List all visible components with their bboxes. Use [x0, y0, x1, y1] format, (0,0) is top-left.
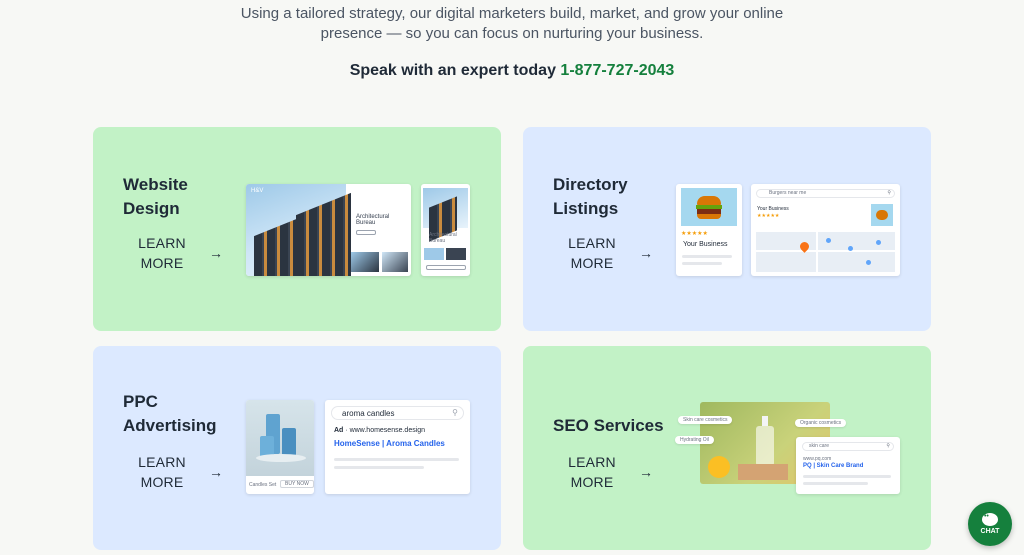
map-search-input: Burgers near me ⚲ — [756, 189, 895, 198]
learn-more-seo-link[interactable]: LEARN MORE → — [563, 452, 653, 492]
cta-line: Speak with an expert today 1-877-727-204… — [0, 62, 1024, 80]
card-title: SEO Services — [553, 416, 664, 435]
card-title: PPC Advertising — [123, 392, 217, 435]
search-icon: ⚲ — [887, 190, 891, 196]
intro-line-1: Using a tailored strategy, our digital m… — [240, 5, 784, 22]
buy-now-button: BUY NOW — [280, 480, 314, 488]
directory-mockup-map: Burgers near me ⚲ Your Business ★★★★★ — [751, 184, 900, 276]
burger-image — [681, 188, 737, 226]
search-icon: ⚲ — [452, 408, 458, 417]
ppc-search-input: aroma candles ⚲ — [331, 406, 464, 420]
arrow-right-icon: → — [639, 245, 654, 261]
candles-image — [246, 400, 314, 476]
seo-search-input: skin care ⚲ — [802, 442, 894, 451]
seo-search-result: skin care ⚲ www.pq.com PQ | Skin Care Br… — [796, 437, 900, 494]
rating-stars: ★★★★★ — [681, 231, 708, 237]
ppc-product-card: Candles Set BUY NOW — [246, 400, 314, 494]
website-mockup-mobile: Architectural Bureau — [421, 184, 470, 276]
card-ppc-advertising: PPC Advertising LEARN MORE → Candles Set … — [93, 346, 501, 550]
intro-text: Using a tailored strategy, our digital m… — [0, 4, 1024, 44]
card-seo-services: SEO Services LEARN MORE → Skin care cosme… — [523, 346, 931, 550]
card-directory-listings: Directory Listings LEARN MORE → ★★★★★ You… — [523, 127, 931, 331]
card-website-design: Website Design LEARN MORE → H&V Architect… — [93, 127, 501, 331]
chat-button[interactable]: CHAT — [968, 502, 1012, 546]
learn-more-directory-link[interactable]: LEARN MORE → — [563, 233, 653, 273]
map-area — [756, 232, 895, 272]
learn-more-website-link[interactable]: LEARN MORE → — [133, 233, 223, 273]
directory-mockup-card: ★★★★★ Your Business — [676, 184, 742, 276]
cta-text: Speak with an expert today — [349, 62, 556, 79]
chat-bubble-icon — [982, 513, 998, 526]
arrow-right-icon: → — [639, 464, 654, 480]
learn-more-ppc-link[interactable]: LEARN MORE → — [133, 452, 223, 492]
card-title: Directory Listings — [553, 175, 628, 218]
keyword-tag: Skin care cosmetics — [678, 416, 733, 424]
website-mockup-desktop: H&V Architectural Bureau — [246, 184, 411, 276]
search-icon: ⚲ — [886, 443, 890, 449]
arrow-right-icon: → — [209, 464, 224, 480]
arrow-right-icon: → — [209, 245, 224, 261]
keyword-tag: Hydrating Oil — [675, 436, 714, 444]
keyword-tag: Organic cosmetics — [795, 419, 847, 427]
card-title: Website Design — [123, 175, 188, 218]
phone-link[interactable]: 1-877-727-2043 — [560, 62, 674, 79]
ppc-search-result: aroma candles ⚲ Ad · www.homesense.desig… — [325, 400, 470, 494]
building-image: H&V — [246, 184, 351, 276]
intro-line-2: presence — so you can focus on nurturing… — [320, 25, 704, 42]
